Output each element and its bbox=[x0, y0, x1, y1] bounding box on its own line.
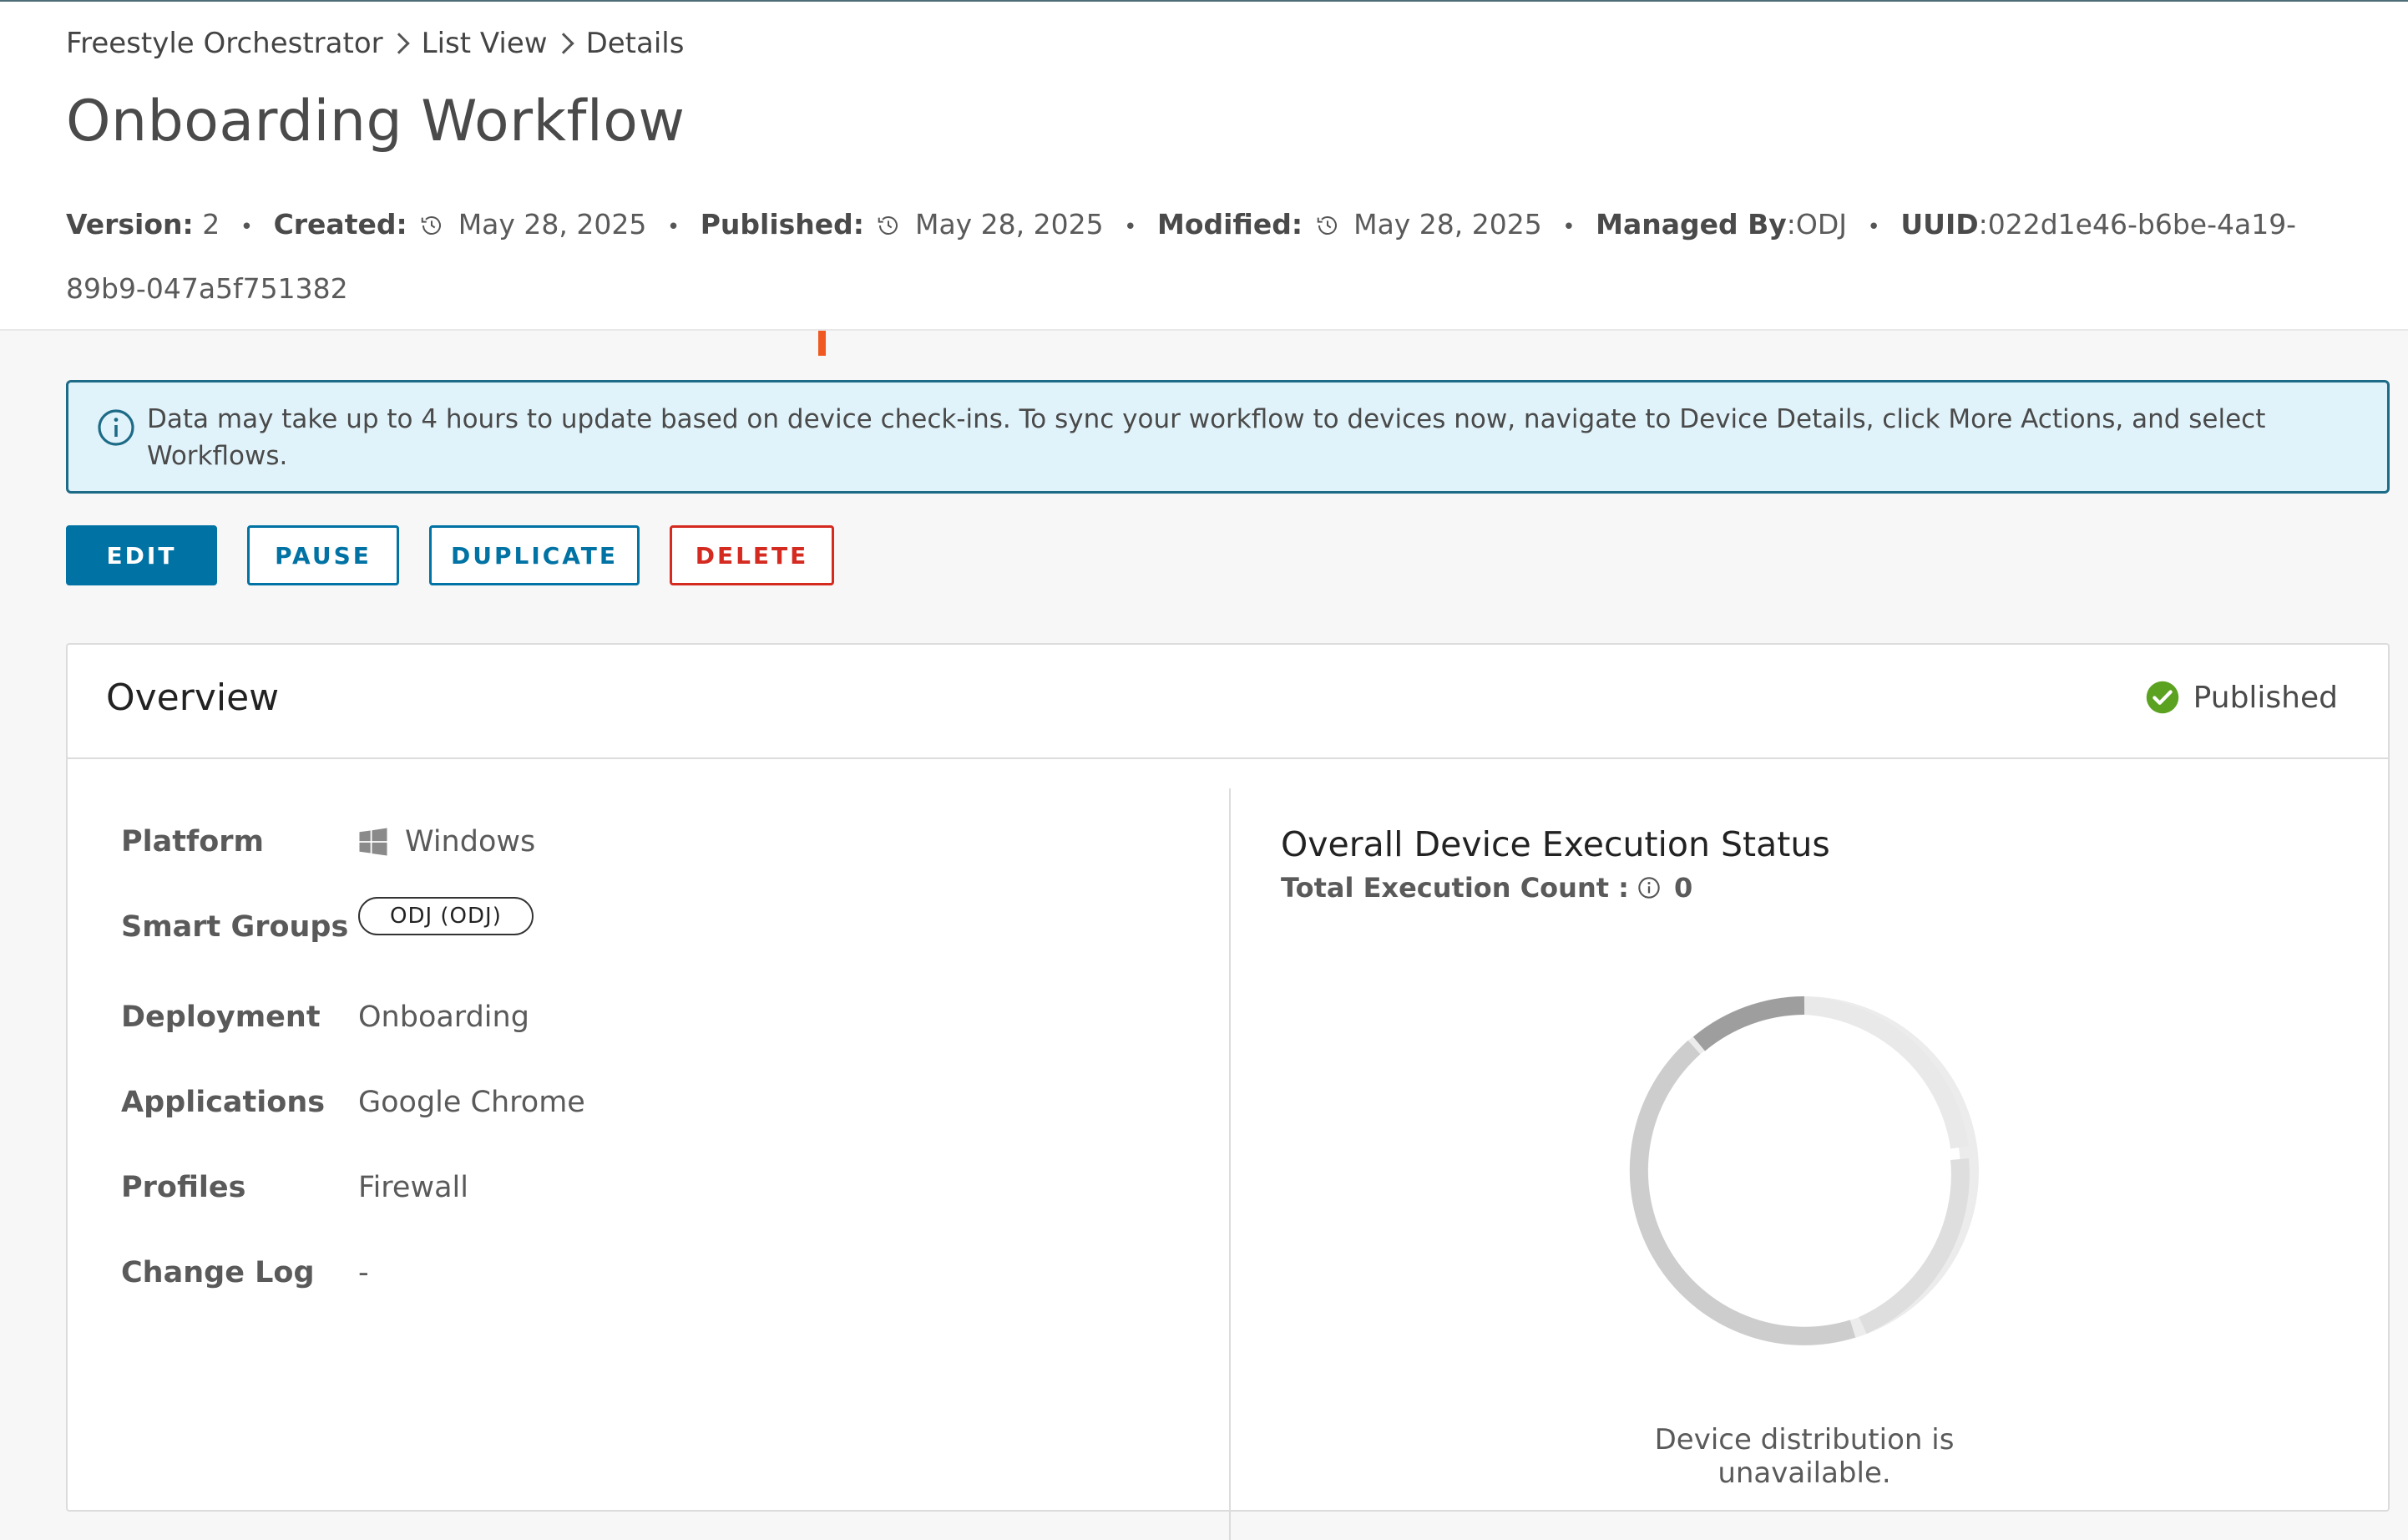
version-label: Version: bbox=[66, 208, 194, 241]
detail-label-smart-groups: Smart Groups bbox=[121, 910, 349, 944]
detail-label-deployment: Deployment bbox=[121, 1000, 321, 1034]
meta-separator: • bbox=[666, 215, 680, 240]
meta-separator: • bbox=[1867, 215, 1880, 240]
detail-value-profiles: Firewall bbox=[358, 1171, 468, 1204]
info-icon[interactable] bbox=[1637, 876, 1661, 899]
detail-value-change-log: - bbox=[358, 1256, 369, 1289]
overview-title: Overview bbox=[106, 676, 280, 719]
uuid-label: UUID bbox=[1900, 208, 1979, 241]
execution-count-value: 0 bbox=[1673, 872, 1693, 904]
breadcrumb-item-list-view[interactable]: List View bbox=[422, 27, 548, 60]
page-title: Onboarding Workflow bbox=[66, 89, 685, 155]
detail-label-platform: Platform bbox=[121, 825, 265, 859]
edit-button[interactable]: EDIT bbox=[66, 525, 217, 585]
duplicate-button[interactable]: DUPLICATE bbox=[429, 525, 640, 585]
detail-value-platform: Windows bbox=[358, 825, 535, 859]
device-distribution-donut bbox=[1629, 996, 1979, 1345]
history-icon bbox=[421, 216, 442, 236]
distribution-empty-message: Device distribution is unavailable. bbox=[1654, 1423, 1955, 1490]
published-label: Published: bbox=[700, 208, 864, 241]
modified-label: Modified: bbox=[1156, 208, 1303, 241]
delete-button[interactable]: DELETE bbox=[670, 525, 834, 585]
detail-value-applications: Google Chrome bbox=[358, 1086, 585, 1119]
overview-card-header: Overview Published bbox=[68, 645, 2388, 759]
meta-separator: • bbox=[1124, 215, 1137, 240]
workflow-meta: Version: 2 • Created: May 28, 2025 • Pub… bbox=[66, 194, 2337, 320]
breadcrumb-item-freestyle-orchestrator[interactable]: Freestyle Orchestrator bbox=[66, 27, 383, 60]
chevron-right-icon bbox=[387, 33, 410, 54]
column-divider bbox=[1229, 788, 1231, 1540]
modified-value: May 28, 2025 bbox=[1353, 208, 1542, 241]
status-text: Published bbox=[2193, 680, 2338, 715]
detail-label-profiles: Profiles bbox=[121, 1171, 246, 1204]
page-header: Freestyle Orchestrator List View Details… bbox=[0, 0, 2408, 331]
published-value: May 28, 2025 bbox=[914, 208, 1104, 241]
history-icon bbox=[1317, 216, 1337, 236]
managed-by-label: Managed By bbox=[1596, 208, 1787, 241]
check-circle-icon bbox=[2146, 681, 2178, 714]
created-label: Created: bbox=[273, 208, 407, 241]
breadcrumb: Freestyle Orchestrator List View Details bbox=[66, 27, 684, 60]
detail-value-smart-groups: ODJ (ODJ) bbox=[358, 897, 534, 935]
detail-label-change-log: Change Log bbox=[121, 1256, 315, 1289]
detail-value-deployment: Onboarding bbox=[358, 1000, 529, 1034]
chevron-right-icon bbox=[552, 33, 574, 54]
execution-count: Total Execution Count : 0 bbox=[1281, 872, 1692, 904]
smart-group-chip[interactable]: ODJ (ODJ) bbox=[358, 897, 534, 935]
meta-separator: • bbox=[1562, 215, 1576, 240]
execution-status-title: Overall Device Execution Status bbox=[1281, 824, 1830, 864]
status-badge: Published bbox=[2145, 680, 2338, 715]
detail-label-applications: Applications bbox=[121, 1086, 326, 1119]
alert-message: Data may take up to 4 hours to update ba… bbox=[147, 404, 2266, 471]
info-icon bbox=[98, 409, 134, 446]
info-alert: Data may take up to 4 hours to update ba… bbox=[66, 380, 2390, 494]
breadcrumb-item-details: Details bbox=[585, 27, 685, 60]
pause-button[interactable]: PAUSE bbox=[247, 525, 399, 585]
managed-by-value: :ODJ bbox=[1786, 208, 1848, 241]
windows-icon bbox=[359, 828, 387, 856]
meta-separator: • bbox=[240, 215, 254, 240]
tab-indicator bbox=[818, 331, 826, 356]
version-value: 2 bbox=[202, 208, 220, 241]
created-value: May 28, 2025 bbox=[458, 208, 647, 241]
execution-count-label: Total Execution Count : bbox=[1281, 872, 1629, 904]
history-icon bbox=[878, 216, 898, 236]
overview-card: Overview Published Platform Windows Smar… bbox=[66, 643, 2390, 1540]
